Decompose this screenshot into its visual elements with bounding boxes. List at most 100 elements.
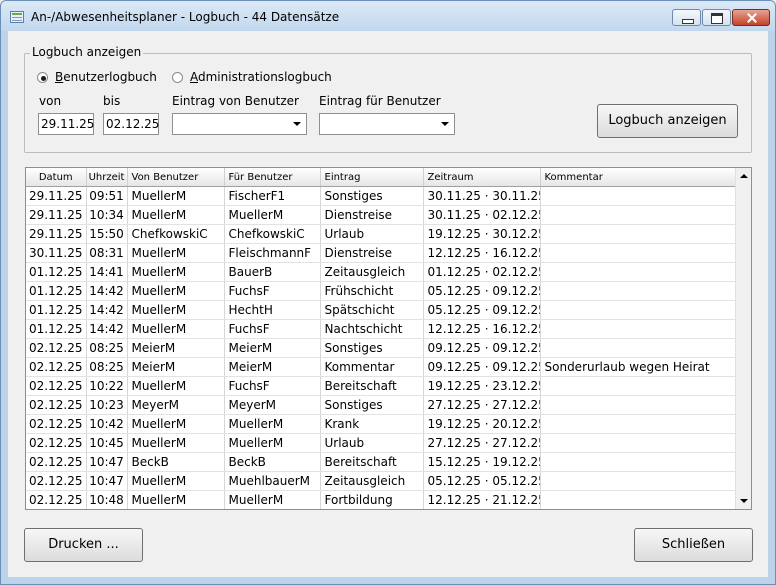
column-header-entry[interactable]: Eintrag: [320, 168, 424, 187]
maximize-button[interactable]: [702, 9, 731, 26]
cell-time: 10:42: [86, 414, 128, 434]
cell-from-user: MeierM: [127, 338, 225, 358]
cell-entry: Zeitausgleich: [320, 471, 424, 491]
cell-period: 27.12.25 · 27.12.25: [423, 395, 541, 415]
table-row[interactable]: 02.12.25 10:23 MeyerM MeyerM Sonstiges 27.12.…: [26, 395, 736, 415]
cell-from-user: MeyerM: [127, 395, 225, 415]
scroll-down-icon[interactable]: [736, 492, 751, 509]
table-row[interactable]: 01.12.25 14:42 MuellerM FuchsF Nachtschicht 1…: [26, 319, 736, 339]
column-header-comment[interactable]: Kommentar: [540, 168, 736, 187]
table-row[interactable]: 02.12.25 10:47 MuellerM MuehlbauerM Zeitausg…: [26, 471, 736, 491]
cell-time: 08:25: [86, 338, 128, 358]
column-header-period[interactable]: Zeitraum: [423, 168, 541, 187]
table-row[interactable]: 02.12.25 10:22 MuellerM FuchsF Bereitschaft 1…: [26, 376, 736, 396]
vertical-scrollbar[interactable]: [735, 168, 751, 509]
for-user-select[interactable]: [319, 113, 455, 135]
cell-period: 12.12.25 · 21.12.25: [423, 490, 541, 509]
cell-period: 09.12.25 · 09.12.25: [423, 357, 541, 377]
cell-period: 05.12.25 · 05.12.25: [423, 471, 541, 491]
radio-admin-logbook-label: Administrationslogbuch: [190, 70, 332, 84]
cell-for-user: MuellerM: [224, 433, 321, 453]
column-header-from-user[interactable]: Von Benutzer: [127, 168, 225, 187]
cell-date: 02.12.25: [26, 395, 87, 415]
radio-admin-logbook[interactable]: Administrationslogbuch: [172, 70, 342, 86]
close-button[interactable]: Schließen: [634, 528, 753, 562]
from-user-select[interactable]: [172, 113, 307, 135]
print-button[interactable]: Drucken ...: [24, 528, 143, 562]
column-header-time[interactable]: Uhrzeit: [86, 168, 128, 187]
table-row[interactable]: 01.12.25 14:42 MuellerM FuchsF Frühschicht 05…: [26, 281, 736, 301]
scroll-up-icon[interactable]: [736, 168, 751, 185]
close-window-button[interactable]: [732, 9, 770, 26]
cell-entry: Urlaub: [320, 224, 424, 244]
cell-time: 08:25: [86, 357, 128, 377]
chevron-down-icon[interactable]: [289, 115, 305, 133]
cell-period: 15.12.25 · 19.12.25: [423, 452, 541, 472]
cell-entry: Spätschicht: [320, 300, 424, 320]
cell-for-user: FuchsF: [224, 281, 321, 301]
cell-date: 30.11.25: [26, 243, 87, 263]
cell-time: 10:34: [86, 205, 128, 225]
cell-from-user: BeckB: [127, 452, 225, 472]
cell-entry: Sonstiges: [320, 338, 424, 358]
logbook-grid: Datum Uhrzeit Von Benutzer Für Benutzer …: [26, 168, 736, 509]
cell-time: 14:42: [86, 319, 128, 339]
cell-time: 14:41: [86, 262, 128, 282]
table-row[interactable]: 02.12.25 08:25 MeierM MeierM Kommentar 09.12.…: [26, 357, 736, 377]
cell-from-user: MuellerM: [127, 205, 225, 225]
cell-comment: [540, 490, 736, 509]
cell-for-user: MuellerM: [224, 205, 321, 225]
table-row[interactable]: 29.11.25 10:34 MuellerM MuellerM Dienstreise…: [26, 205, 736, 225]
cell-comment: [540, 338, 736, 358]
cell-entry: Bereitschaft: [320, 452, 424, 472]
to-date-input[interactable]: 02.12.25: [103, 113, 159, 135]
cell-for-user: MuehlbauerM: [224, 471, 321, 491]
cell-for-user: MuellerM: [224, 490, 321, 509]
cell-date: 29.11.25: [26, 205, 87, 225]
accelerator-b: B: [55, 70, 64, 84]
table-row[interactable]: 01.12.25 14:41 MuellerM BauerB Zeitausgleich…: [26, 262, 736, 282]
cell-date: 29.11.25: [26, 224, 87, 244]
column-header-date[interactable]: Datum: [26, 168, 87, 187]
table-row[interactable]: 29.11.25 09:51 MuellerM FischerF1 Sonstiges 3…: [26, 186, 736, 206]
minimize-button[interactable]: [672, 9, 701, 26]
cell-time: 10:47: [86, 452, 128, 472]
cell-from-user: MuellerM: [127, 262, 225, 282]
cell-comment: [540, 433, 736, 453]
cell-date: 02.12.25: [26, 414, 87, 434]
cell-comment: [540, 281, 736, 301]
radio-user-logbook[interactable]: Benutzerlogbuch: [37, 70, 167, 86]
cell-date: 01.12.25: [26, 319, 87, 339]
table-row[interactable]: 02.12.25 10:48 MuellerM MuellerM Fortbildung…: [26, 490, 736, 509]
table-row[interactable]: 02.12.25 10:42 MuellerM MuellerM Krank 19.12.…: [26, 414, 736, 434]
cell-period: 19.12.25 · 30.12.25: [423, 224, 541, 244]
cell-from-user: MuellerM: [127, 300, 225, 320]
table-row[interactable]: 29.11.25 15:50 ChefkowskiC ChefkowskiC Urlau…: [26, 224, 736, 244]
table-row[interactable]: 30.11.25 08:31 MuellerM FleischmannF Dienstr…: [26, 243, 736, 263]
table-row[interactable]: 01.12.25 14:42 MuellerM HechtH Spätschicht 05…: [26, 300, 736, 320]
cell-entry: Bereitschaft: [320, 376, 424, 396]
cell-time: 08:31: [86, 243, 128, 263]
cell-for-user: BeckB: [224, 452, 321, 472]
column-header-for-user[interactable]: Für Benutzer: [224, 168, 321, 187]
chevron-down-icon[interactable]: [437, 115, 453, 133]
cell-time: 10:22: [86, 376, 128, 396]
show-logbook-button[interactable]: Logbuch anzeigen: [597, 104, 738, 138]
table-row[interactable]: 02.12.25 10:47 BeckB BeckB Bereitschaft 15.12…: [26, 452, 736, 472]
cell-date: 02.12.25: [26, 357, 87, 377]
cell-from-user: MuellerM: [127, 186, 225, 206]
cell-date: 01.12.25: [26, 262, 87, 282]
cell-entry: Sonstiges: [320, 186, 424, 206]
cell-for-user: MeyerM: [224, 395, 321, 415]
for-user-label: Eintrag für Benutzer: [319, 94, 441, 108]
cell-date: 02.12.25: [26, 433, 87, 453]
table-row[interactable]: 02.12.25 08:25 MeierM MeierM Sonstiges 09.12.…: [26, 338, 736, 358]
cell-period: 27.12.25 · 27.12.25: [423, 433, 541, 453]
cell-comment: [540, 300, 736, 320]
cell-for-user: FischerF1: [224, 186, 321, 206]
table-row[interactable]: 02.12.25 10:45 MuellerM MuellerM Urlaub 27.12…: [26, 433, 736, 453]
cell-period: 09.12.25 · 09.12.25: [423, 338, 541, 358]
title-bar[interactable]: An-/Abwesenheitsplaner - Logbuch - 44 Da…: [1, 1, 775, 31]
from-date-input[interactable]: 29.11.25: [38, 113, 94, 135]
cell-date: 02.12.25: [26, 452, 87, 472]
